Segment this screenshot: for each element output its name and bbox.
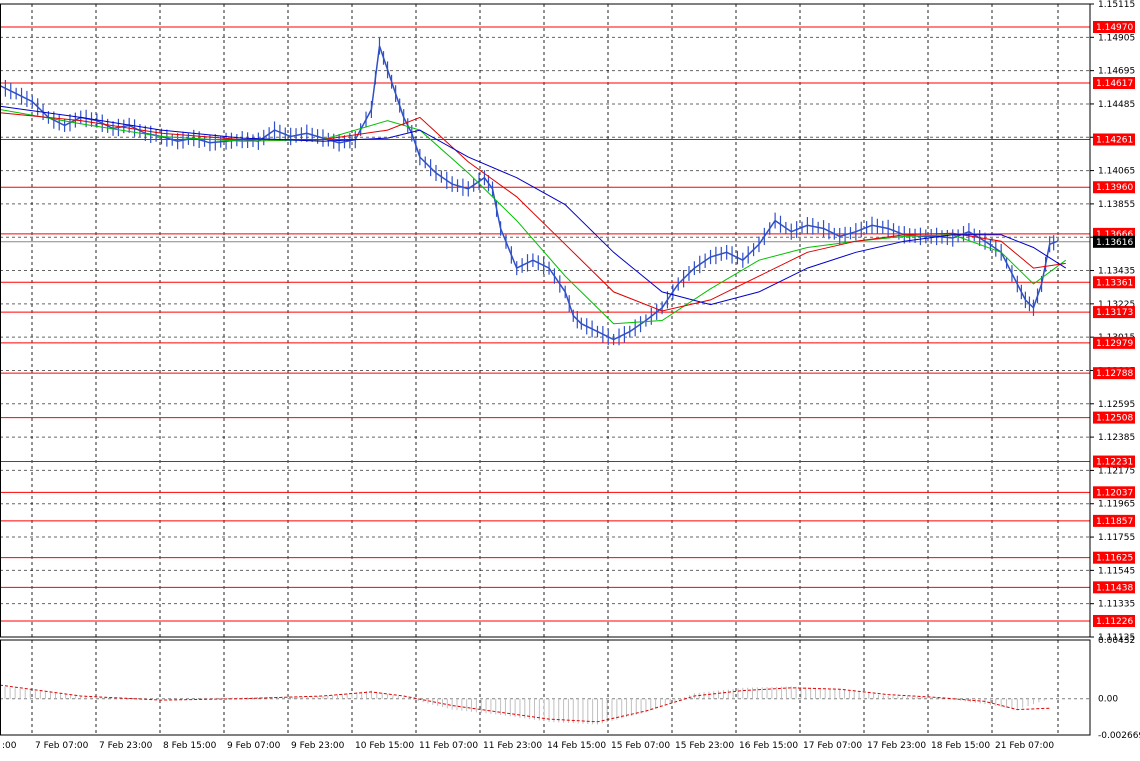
- y-tick-label: 1.14695: [1098, 67, 1135, 77]
- y-tick-label: 1.15115: [1098, 0, 1135, 10]
- x-tick-label: 9 Feb 07:00: [227, 741, 281, 751]
- current-price-label: 1.13616: [1096, 238, 1133, 248]
- x-tick-label: :00: [2, 741, 17, 751]
- y-tick-label: 1.11755: [1098, 533, 1135, 543]
- x-tick-label: 11 Feb 23:00: [483, 741, 542, 751]
- y-tick-label: 1.11335: [1098, 600, 1135, 610]
- level-label: 1.12508: [1096, 414, 1133, 424]
- x-tick-label: 15 Feb 23:00: [675, 741, 734, 751]
- level-label: 1.12231: [1096, 458, 1133, 468]
- level-label: 1.11625: [1096, 554, 1133, 564]
- level-label: 1.14970: [1096, 23, 1133, 33]
- y-tick-label: 1.14065: [1098, 167, 1135, 177]
- level-label: 1.11438: [1096, 583, 1133, 593]
- y-tick-label: 1.14485: [1098, 100, 1135, 110]
- chart-canvas: :00 7 Feb 07:00 7 Feb 23:00 8 Feb 15:00 9 Fe…: [0, 0, 1140, 757]
- x-tick-label: 7 Feb 07:00: [35, 741, 89, 751]
- x-tick-label: 15 Feb 07:00: [611, 741, 670, 751]
- x-tick-label: 17 Feb 23:00: [867, 741, 926, 751]
- x-tick-label: 21 Feb 07:00: [995, 741, 1054, 751]
- y-tick-label: 1.12385: [1098, 433, 1135, 443]
- x-tick-label: 11 Feb 07:00: [419, 741, 478, 751]
- x-tick-label: 10 Feb 15:00: [355, 741, 414, 751]
- level-label: 1.12788: [1096, 369, 1133, 379]
- level-label: 1.11226: [1096, 617, 1133, 627]
- x-tick-label: 8 Feb 15:00: [163, 741, 217, 751]
- x-tick-label: 18 Feb 15:00: [931, 741, 990, 751]
- oscillator-tick-label: 0.00432: [1098, 636, 1135, 646]
- y-tick-label: 1.12175: [1098, 466, 1135, 476]
- x-tick-label: 17 Feb 07:00: [803, 741, 862, 751]
- forex-chart: :00 7 Feb 07:00 7 Feb 23:00 8 Feb 15:00 9 Fe…: [0, 0, 1140, 757]
- oscillator-tick-label: 0.00: [1098, 695, 1118, 705]
- level-label: 1.12979: [1096, 339, 1133, 349]
- oscillator-tick-label: -0.002669: [1098, 731, 1140, 741]
- x-tick-label: 14 Feb 15:00: [547, 741, 606, 751]
- level-label: 1.13960: [1096, 183, 1133, 193]
- level-label: 1.12037: [1096, 488, 1133, 498]
- level-label: 1.14617: [1096, 79, 1133, 89]
- y-tick-label: 1.13855: [1098, 200, 1135, 210]
- y-tick-label: 1.12595: [1098, 400, 1135, 410]
- y-tick-label: 1.13435: [1098, 267, 1135, 277]
- level-label: 1.11857: [1096, 517, 1133, 527]
- y-tick-label: 1.11965: [1098, 500, 1135, 510]
- x-tick-label: 9 Feb 23:00: [291, 741, 345, 751]
- x-tick-label: 7 Feb 23:00: [99, 741, 153, 751]
- level-label: 1.14261: [1096, 135, 1133, 145]
- level-label: 1.13173: [1096, 308, 1133, 318]
- level-label: 1.13361: [1096, 278, 1133, 288]
- x-tick-label: 16 Feb 15:00: [739, 741, 798, 751]
- y-tick-label: 1.11545: [1098, 566, 1135, 576]
- y-tick-label: 1.14905: [1098, 33, 1135, 43]
